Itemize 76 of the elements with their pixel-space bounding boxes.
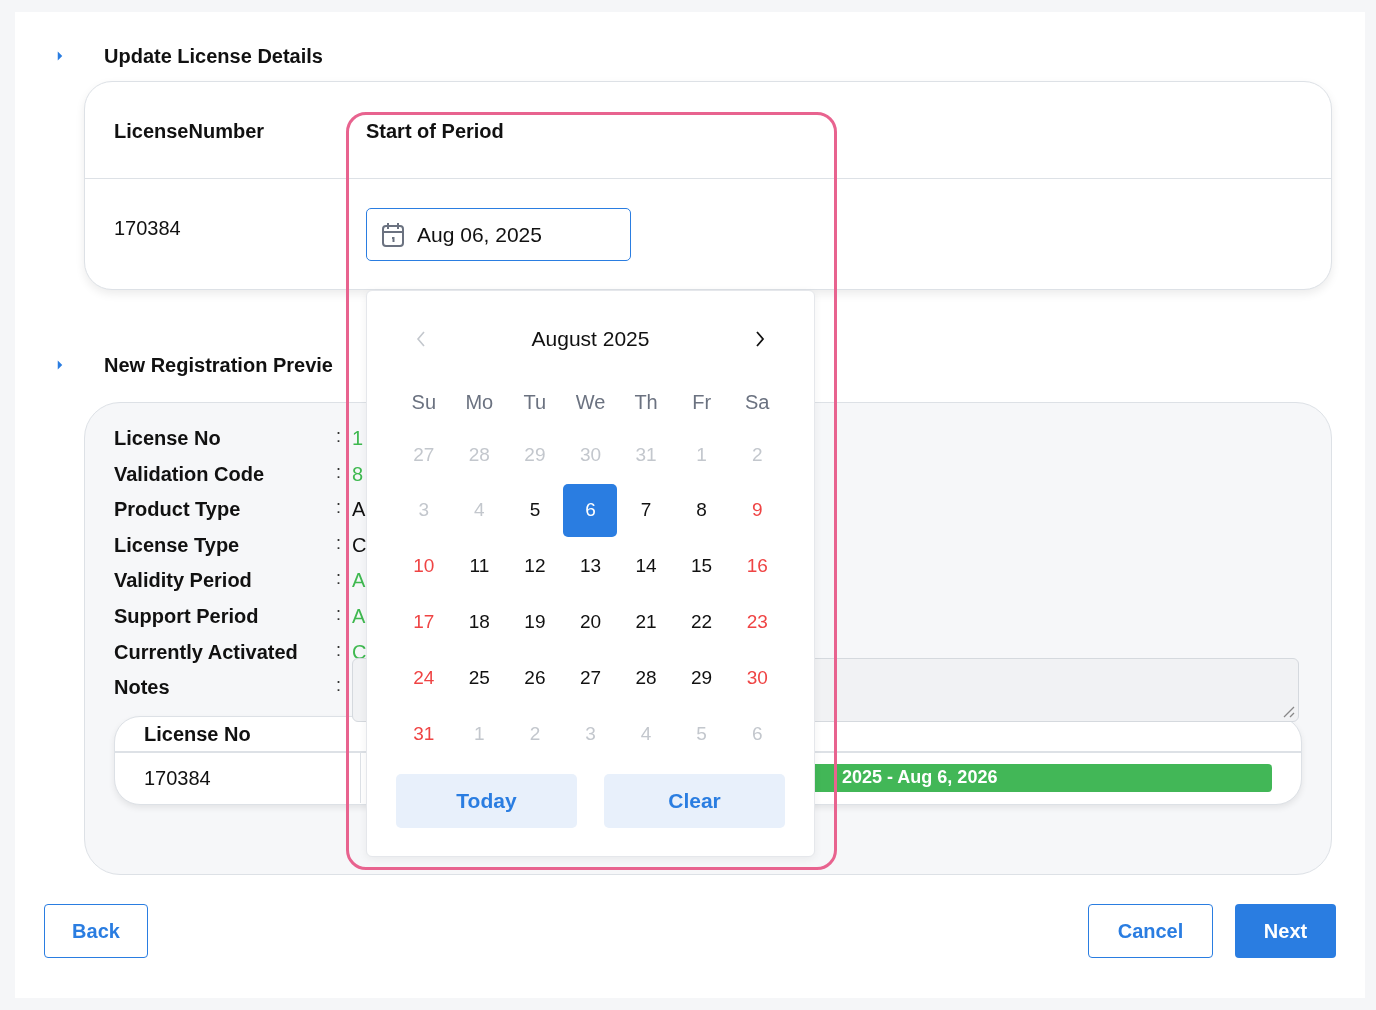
separator: :	[336, 531, 342, 555]
column-header: Start of Period	[366, 119, 504, 144]
separator: :	[336, 425, 342, 448]
calendar-day[interactable]: 10	[396, 540, 451, 593]
weekday-label: Th	[633, 390, 659, 415]
field-value: A	[352, 497, 366, 523]
field-label: Validation Code	[114, 461, 266, 487]
column-header: LicenseNumber	[114, 119, 266, 144]
table-cell-text: 170384	[114, 216, 182, 241]
period-text: 2025 - Aug 6, 2026	[842, 766, 998, 790]
calendar-day[interactable]: 24	[396, 651, 451, 705]
calendar-day[interactable]: 8	[674, 484, 729, 538]
calendar-day[interactable]: 29	[674, 651, 729, 705]
table-cell-text: 170384	[144, 765, 212, 791]
calendar-day[interactable]: 17	[396, 595, 451, 649]
separator: :	[336, 638, 342, 662]
resize-handle-icon[interactable]	[1283, 706, 1295, 719]
calendar-day[interactable]: 22	[674, 595, 729, 649]
calendar-day[interactable]: 25	[452, 651, 507, 705]
calendar-day[interactable]: 31	[396, 707, 451, 761]
chevron-right-icon[interactable]	[755, 330, 765, 348]
calendar-day[interactable]: 6	[563, 484, 618, 538]
field-label: Currently Activated	[114, 639, 299, 665]
field-label: License Type	[114, 532, 241, 558]
weekday-label: Su	[410, 390, 437, 415]
field-value: A	[352, 568, 366, 594]
separator: :	[336, 567, 342, 591]
weekday-label: Sa	[743, 390, 771, 415]
back-button[interactable]: Back	[44, 904, 148, 958]
caret-icon[interactable]	[57, 49, 63, 63]
calendar-day[interactable]: 21	[619, 595, 674, 649]
calendar-day[interactable]: 28	[619, 651, 674, 705]
calendar-day[interactable]: 20	[563, 595, 618, 649]
date-field[interactable]: Aug 06, 2025	[366, 208, 631, 261]
calendar-day[interactable]: 5	[507, 484, 562, 538]
caret-icon[interactable]	[57, 358, 63, 372]
section-title: New Registration Previe	[104, 353, 333, 378]
field-label: Support Period	[114, 603, 260, 629]
calendar-day[interactable]: 19	[507, 595, 562, 649]
weekday-label: Tu	[522, 390, 548, 415]
separator: :	[336, 602, 342, 626]
calendar-day[interactable]: 30	[730, 651, 785, 705]
cancel-button[interactable]: Cancel	[1088, 904, 1213, 958]
column-header: License No	[144, 721, 251, 747]
calendar-icon	[381, 221, 405, 248]
clear-button[interactable]: Clear	[604, 773, 785, 828]
section-title: Update License Details	[104, 44, 323, 69]
calendar-day[interactable]: 27	[563, 651, 618, 705]
field-label: Validity Period	[114, 568, 253, 594]
weekday-label: We	[574, 390, 607, 415]
weekday-label: Mo	[464, 390, 495, 415]
calendar-day[interactable]: 18	[452, 595, 507, 649]
calendar-day[interactable]: 16	[730, 540, 785, 593]
separator: :	[336, 460, 342, 484]
separator: :	[336, 496, 342, 520]
field-value: A	[352, 603, 366, 629]
calendar-day[interactable]: 7	[619, 484, 674, 538]
next-button[interactable]: Next	[1235, 904, 1336, 958]
calendar-day[interactable]: 9	[730, 484, 785, 538]
field-label: Notes	[114, 675, 171, 701]
field-label: License No	[114, 426, 222, 451]
calendar-day[interactable]: 12	[507, 540, 562, 593]
weekday-label: Fr	[691, 390, 713, 415]
calendar-day[interactable]: 13	[563, 540, 618, 593]
field-label: Product Type	[114, 497, 242, 523]
calendar-day[interactable]: 23	[730, 595, 785, 649]
month-title: August 2025	[531, 326, 650, 353]
field-value: C	[352, 532, 367, 558]
calendar-day[interactable]: 11	[452, 540, 507, 593]
calendar-day[interactable]: 26	[507, 651, 562, 705]
separator: :	[336, 674, 342, 698]
field-value: 8	[352, 461, 364, 487]
field-value: 1	[352, 426, 364, 451]
calendar-day[interactable]: 14	[619, 540, 674, 593]
calendar-day[interactable]: 15	[674, 540, 729, 593]
today-button[interactable]: Today	[396, 773, 577, 828]
